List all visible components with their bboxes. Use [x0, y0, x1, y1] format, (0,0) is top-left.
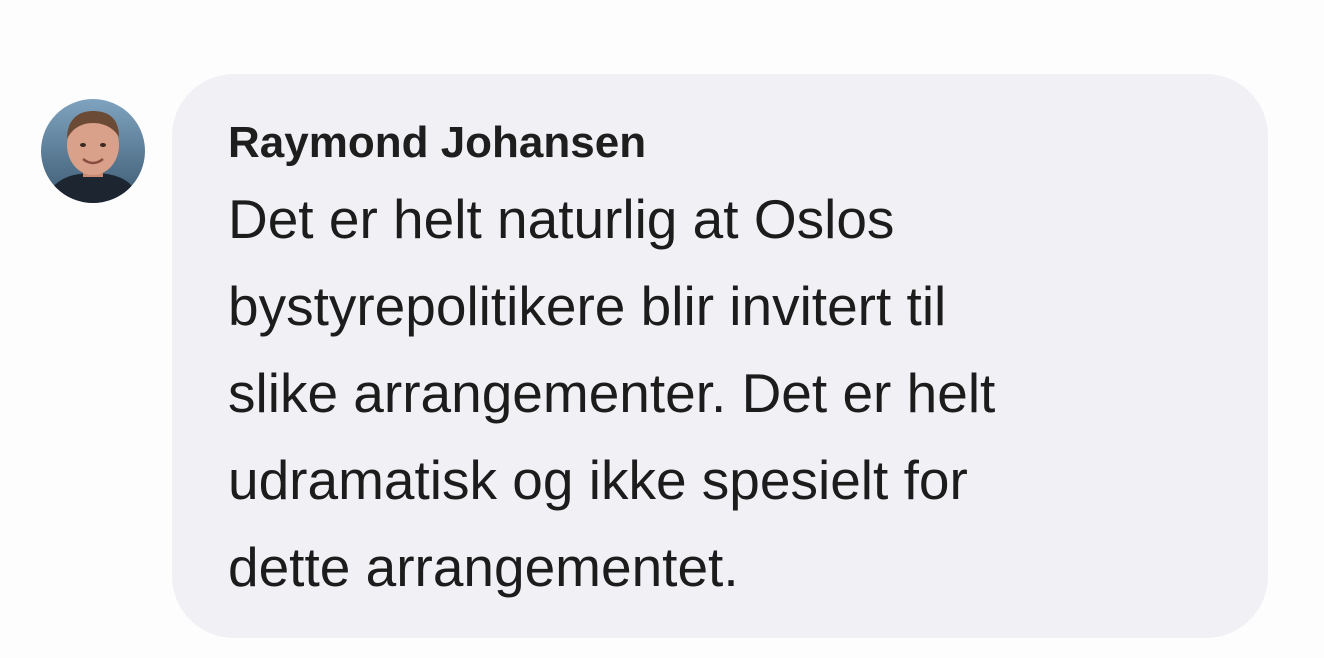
- profile-photo-icon: [41, 99, 145, 203]
- comment-author[interactable]: Raymond Johansen: [228, 112, 1228, 174]
- comment-text-line: slike arrangementer. Det er helt: [228, 362, 996, 424]
- comment-bubble[interactable]: Raymond Johansen Det er helt naturlig at…: [172, 74, 1268, 638]
- comment: Raymond Johansen Det er helt naturlig at…: [0, 0, 1324, 658]
- avatar[interactable]: [41, 99, 145, 203]
- comment-text-line: udramatisk og ikke spesielt for: [228, 449, 968, 511]
- comment-text-line: Det er helt naturlig at Oslos: [228, 188, 895, 250]
- comment-text: Det er helt naturlig at Oslos bystyrepol…: [228, 176, 1228, 611]
- comment-text-line: bystyrepolitikere blir invitert til: [228, 275, 947, 337]
- comment-text-line: dette arrangementet.: [228, 536, 739, 598]
